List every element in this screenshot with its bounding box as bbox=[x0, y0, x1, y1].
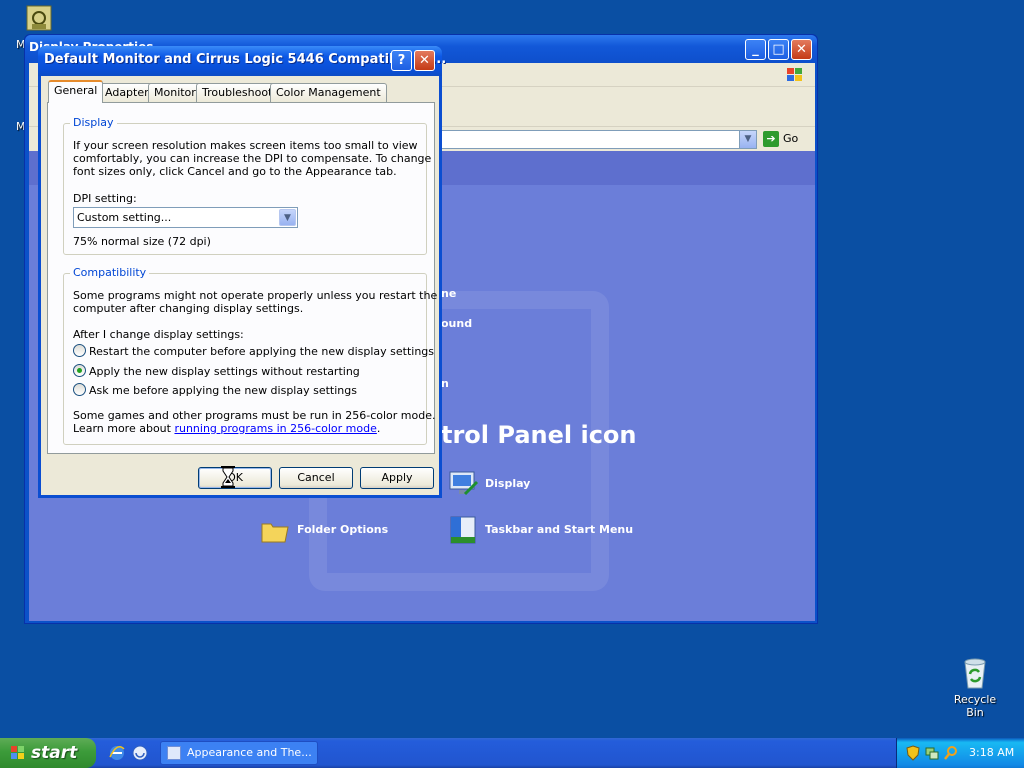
network-icon bbox=[26, 5, 52, 31]
search-icon[interactable] bbox=[943, 745, 959, 761]
cancel-button[interactable]: Cancel bbox=[279, 467, 353, 489]
compat-description-line-2: computer after changing display settings… bbox=[73, 302, 304, 315]
display-description-line-1: If your screen resolution makes screen i… bbox=[73, 139, 418, 152]
apply-button[interactable]: Apply bbox=[360, 467, 434, 489]
taskbar-icon bbox=[450, 516, 476, 544]
256-color-mode-link[interactable]: running programs in 256-color mode bbox=[174, 422, 376, 435]
radio-restart[interactable] bbox=[73, 344, 86, 357]
dialog-close-button[interactable]: ✕ bbox=[414, 50, 435, 71]
internet-explorer-icon[interactable] bbox=[108, 744, 126, 762]
clock[interactable]: 3:18 AM bbox=[969, 746, 1014, 759]
help-button[interactable]: ? bbox=[391, 50, 412, 71]
dpi-setting-label: DPI setting: bbox=[73, 192, 137, 205]
radio-ask-me-label[interactable]: Ask me before applying the new display s… bbox=[89, 384, 357, 397]
radio-apply-without-restart-label[interactable]: Apply the new display settings without r… bbox=[89, 365, 360, 378]
display-properties-dialog[interactable]: Default Monitor and Cirrus Logic 5446 Co… bbox=[38, 46, 446, 498]
outlook-express-icon[interactable] bbox=[131, 744, 149, 762]
task-taskbar-start-menu[interactable]: Taskbar and Start Menu bbox=[447, 513, 633, 547]
compat-footer-line-2: Learn more about running programs in 256… bbox=[73, 422, 381, 435]
network-tray-icon[interactable] bbox=[924, 745, 940, 761]
after-change-label: After I change display settings: bbox=[73, 328, 244, 341]
go-button[interactable]: ➔ Go bbox=[763, 129, 809, 149]
radio-apply-without-restart[interactable] bbox=[73, 364, 86, 377]
display-group-title: Display bbox=[70, 116, 117, 129]
compat-description-line-1: Some programs might not operate properly… bbox=[73, 289, 438, 302]
close-button[interactable]: ✕ bbox=[791, 39, 812, 60]
dpi-setting-value: Custom setting... bbox=[77, 211, 172, 224]
minimize-button[interactable]: _ bbox=[745, 39, 766, 60]
compatibility-group: Compatibility Some programs might not op… bbox=[63, 266, 437, 445]
compatibility-group-title: Compatibility bbox=[70, 266, 150, 279]
dialog-title: Default Monitor and Cirrus Logic 5446 Co… bbox=[44, 52, 447, 67]
fragment-text-2: ound bbox=[441, 317, 473, 330]
general-tab-panel: Display If your screen resolution makes … bbox=[47, 102, 437, 454]
tab-troubleshoot[interactable]: Troubleshoot bbox=[196, 83, 279, 102]
chevron-down-icon[interactable]: ▼ bbox=[279, 209, 296, 226]
compat-footer-line-1: Some games and other programs must be ru… bbox=[73, 409, 436, 422]
tab-color-management[interactable]: Color Management bbox=[270, 83, 387, 102]
radio-ask-me[interactable] bbox=[73, 383, 86, 396]
task-folder-options[interactable]: Folder Options bbox=[259, 513, 388, 547]
recycle-bin-label: Recycle Bin bbox=[953, 693, 997, 719]
security-shield-icon[interactable] bbox=[905, 745, 921, 761]
system-tray: 3:18 AM bbox=[896, 738, 1024, 768]
windows-logo-icon bbox=[787, 68, 802, 81]
task-display[interactable]: Display bbox=[447, 467, 530, 501]
go-arrow-icon: ➔ bbox=[763, 131, 779, 147]
dpi-note: 75% normal size (72 dpi) bbox=[73, 235, 211, 248]
display-group: Display If your screen resolution makes … bbox=[63, 116, 431, 255]
ok-button[interactable]: OK bbox=[198, 467, 272, 489]
windows-flag-icon bbox=[11, 746, 24, 759]
recycle-bin-icon bbox=[964, 658, 986, 689]
display-icon bbox=[449, 471, 479, 496]
fragment-text-1: ne bbox=[441, 287, 457, 300]
recycle-bin[interactable]: Recycle Bin bbox=[944, 656, 1006, 719]
maximize-button[interactable]: □ bbox=[768, 39, 789, 60]
hourglass-cursor-icon bbox=[221, 466, 235, 488]
tab-general[interactable]: General bbox=[48, 80, 104, 103]
pick-icon-heading: trol Panel icon bbox=[441, 421, 637, 449]
tab-adapter[interactable]: Adapter bbox=[99, 83, 155, 102]
dialog-titlebar[interactable]: Default Monitor and Cirrus Logic 5446 Co… bbox=[38, 46, 446, 76]
start-button[interactable]: start bbox=[0, 738, 96, 768]
display-description-line-3: font sizes only, click Cancel and go to … bbox=[73, 165, 397, 178]
control-panel-icon bbox=[167, 746, 181, 760]
desktop-icon-top[interactable] bbox=[22, 4, 56, 37]
tab-monitor[interactable]: Monitor bbox=[148, 83, 202, 102]
taskbar-button-appearance[interactable]: Appearance and The... bbox=[160, 741, 318, 765]
dpi-setting-select[interactable]: Custom setting... ▼ bbox=[73, 207, 298, 228]
taskbar: start Appearance and The... 3:18 AM bbox=[0, 738, 1024, 768]
fragment-text-3: n bbox=[441, 377, 449, 390]
folder-options-icon bbox=[261, 523, 289, 543]
display-description-line-2: comfortably, you can increase the DPI to… bbox=[73, 152, 432, 165]
radio-restart-label[interactable]: Restart the computer before applying the… bbox=[89, 345, 434, 358]
chevron-down-icon[interactable]: ▼ bbox=[739, 131, 756, 148]
